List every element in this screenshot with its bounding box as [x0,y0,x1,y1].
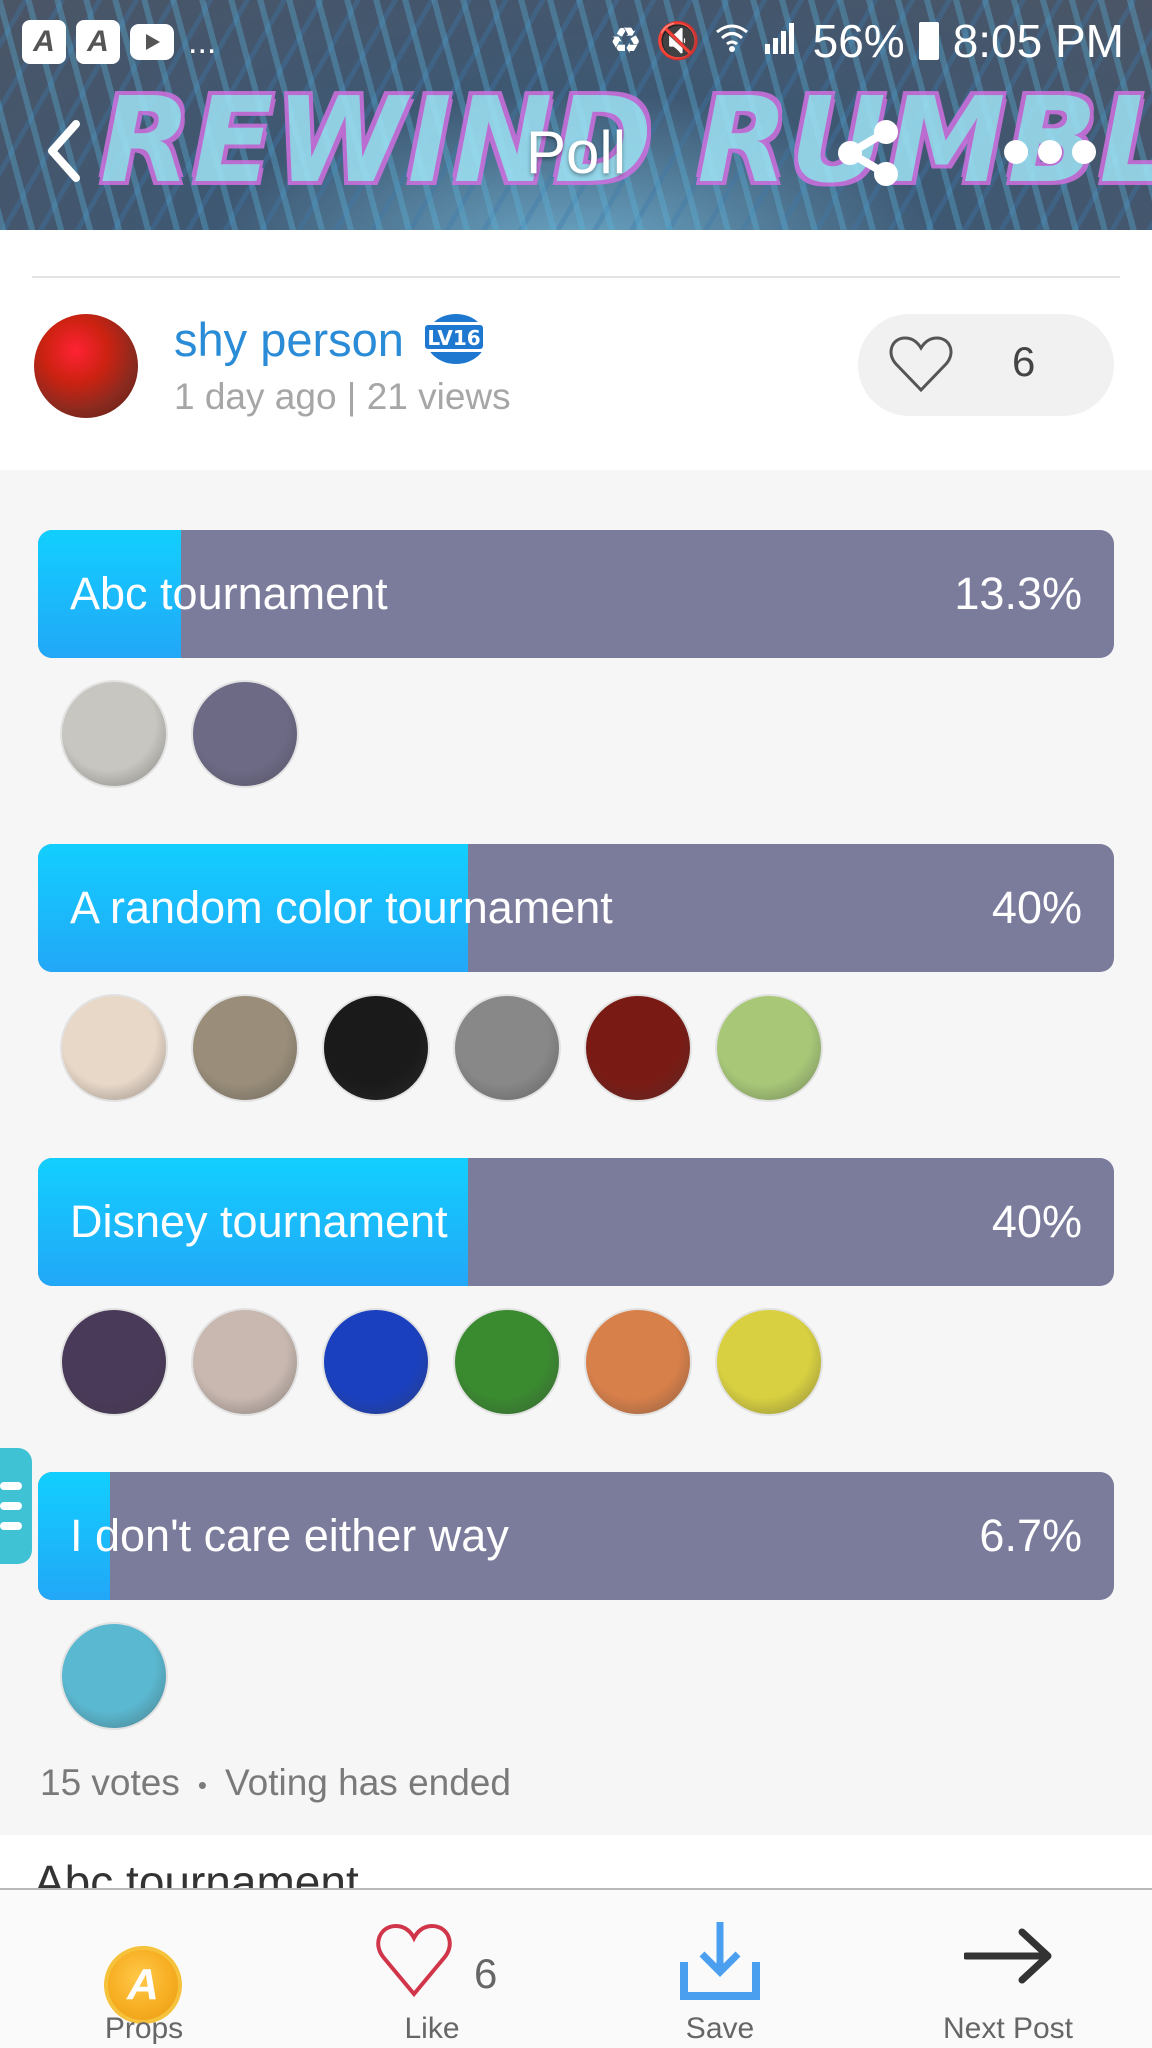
voter-avatar[interactable] [453,994,561,1102]
more-notifications-indicator: ... [188,22,217,61]
amino-app-icon: A [76,20,120,64]
more-dots-icon [1004,140,1028,164]
voter-avatar[interactable] [60,994,168,1102]
clock: 8:05 PM [952,15,1124,67]
poll-option-percent: 6.7% [979,1510,1082,1561]
save-button[interactable]: Save [640,1890,800,2048]
voter-avatars [60,1308,823,1416]
voter-avatar[interactable] [322,1308,430,1416]
separator-dot: • [197,1769,207,1800]
more-options-button[interactable] [1004,140,1096,164]
level-badge-icon: LV16 [422,314,486,364]
more-dots-icon [1072,140,1096,164]
like-count: 6 [1012,338,1036,385]
author-section: shy person LV16 1 day ago | 21 views 6 [0,230,1152,470]
heart-outline-icon [889,336,953,393]
author-name[interactable]: shy person [174,312,404,367]
like-label: Like [404,2012,460,2045]
download-icon [680,1922,760,2000]
voter-avatar[interactable] [191,994,299,1102]
menu-lines-icon [0,1502,22,1510]
poll-option-label: A random color tournament [70,882,613,933]
post-body: Abc tournament [0,1835,1152,1890]
voter-avatars [60,680,299,788]
level-badge-text: LV16 [427,326,480,350]
voter-avatar[interactable] [715,994,823,1102]
poll-option-label: Abc tournament [70,568,388,619]
voter-avatar[interactable] [322,994,430,1102]
poll-option-percent: 40% [991,1196,1082,1247]
signal-icon [763,20,799,63]
voter-avatar[interactable] [715,1308,823,1416]
poll-option[interactable]: A random color tournament 40% [38,844,1114,972]
voter-avatar[interactable] [584,1308,692,1416]
poll-option-label: Disney tournament [70,1196,448,1247]
voter-avatar[interactable] [191,1308,299,1416]
props-button[interactable]: A Props [60,1890,230,2048]
voter-avatar[interactable] [60,680,168,788]
bottom-action-bar: A Props 6 Like Save Next Post [0,1888,1152,2048]
poll-section: Abc tournament 13.3% A random color tour… [0,470,1152,1835]
arrow-right-icon [964,1928,1052,1984]
menu-lines-icon [0,1522,22,1530]
battery-icon [918,22,939,60]
voter-avatar[interactable] [60,1308,168,1416]
like-button[interactable]: 6 Like [340,1890,540,2048]
page-title: Poll [525,119,627,186]
voter-avatar[interactable] [584,994,692,1102]
header-banner: REWIND RUMBLE A A ... ♻ 🔇 56% 8:05 PM Po… [0,0,1152,230]
divider [32,276,1120,278]
status-bar: A A ... ♻ 🔇 56% 8:05 PM [0,0,1152,80]
voting-status: Voting has ended [224,1762,511,1803]
recycle-icon: ♻ [609,20,642,61]
menu-lines-icon [0,1482,22,1490]
post-meta: 1 day ago | 21 views [174,376,511,417]
share-button[interactable] [836,118,902,188]
poll-option[interactable]: Disney tournament 40% [38,1158,1114,1286]
poll-option-label: I don't care either way [70,1510,509,1561]
voter-avatars [60,994,823,1102]
mute-icon: 🔇 [655,20,701,61]
notification-icons: A A ... [22,20,216,64]
save-label: Save [685,2012,755,2045]
poll-option-percent: 13.3% [954,568,1082,619]
more-dots-icon [1038,140,1062,164]
poll-option-percent: 40% [991,882,1082,933]
props-label: Props [104,2012,184,2045]
system-icons: ♻ 🔇 56% 8:05 PM [610,14,1125,68]
post-body-title: Abc tournament [34,1856,359,1890]
wifi-icon [715,20,749,63]
voter-avatar[interactable] [191,680,299,788]
poll-option[interactable]: I don't care either way 6.7% [38,1472,1114,1600]
like-pill-button[interactable]: 6 [858,314,1114,416]
amino-app-icon: A [22,20,66,64]
voter-avatar[interactable] [453,1308,561,1416]
battery-percent: 56% [812,15,905,67]
total-votes: 15 votes [40,1762,180,1803]
level-badge: LV16 [418,312,490,366]
poll-option[interactable]: Abc tournament 13.3% [38,530,1114,658]
like-count: 6 [474,1950,498,1997]
next-post-label: Next Post [942,2012,1074,2045]
voter-avatar[interactable] [60,1622,168,1730]
voter-avatars [60,1622,168,1730]
share-icon [838,120,898,186]
author-avatar[interactable] [34,314,138,418]
youtube-icon [130,24,174,60]
poll-summary: 15 votes • Voting has ended [40,1762,511,1804]
side-drawer-handle[interactable] [0,1448,32,1564]
heart-outline-icon [376,1923,452,1998]
next-post-button[interactable]: Next Post [920,1890,1100,2048]
